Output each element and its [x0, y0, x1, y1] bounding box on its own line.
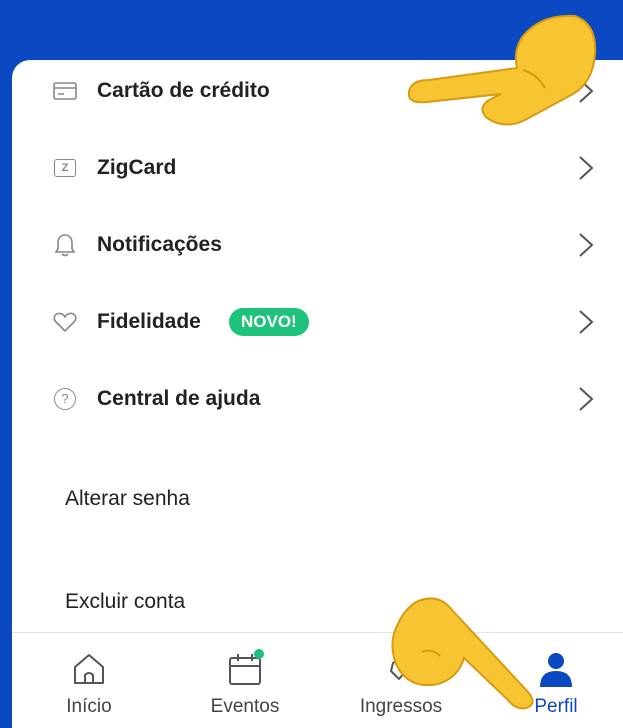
tab-home[interactable]: Início: [29, 633, 149, 728]
menu-item-label: Fidelidade: [97, 309, 201, 333]
menu-item-loyalty[interactable]: Fidelidade NOVO!: [12, 283, 623, 360]
credit-card-icon: [52, 78, 78, 104]
menu-item-label: ZigCard: [97, 155, 177, 179]
home-icon: [74, 654, 104, 684]
calendar-icon: [229, 649, 264, 685]
chevron-right-icon: [579, 155, 594, 180]
menu-item-zigcard[interactable]: Z ZigCard: [12, 129, 623, 206]
tab-label: Início: [66, 696, 112, 717]
menu-item-notifications[interactable]: Notificações: [12, 206, 623, 283]
chevron-right-icon: [579, 309, 594, 334]
tab-label: Eventos: [210, 696, 280, 717]
tab-events[interactable]: Eventos: [185, 633, 305, 728]
user-icon: [540, 653, 572, 687]
menu-item-label: Central de ajuda: [97, 386, 261, 410]
zigcard-icon: Z: [52, 155, 78, 181]
menu-item-label: Cartão de crédito: [97, 78, 270, 102]
app-screen: { "menu": { "items": [ {"label": "Cartão…: [0, 0, 623, 728]
help-icon-text: ?: [54, 387, 76, 410]
menu-item-help-center[interactable]: ? Central de ajuda: [12, 360, 623, 437]
new-badge: NOVO!: [229, 307, 309, 336]
zigcard-icon-text: Z: [54, 158, 76, 177]
pointing-hand-emoji: [407, 14, 597, 126]
help-icon: ?: [52, 386, 78, 412]
chevron-right-icon: [579, 386, 594, 411]
delete-account-link[interactable]: Excluir conta: [65, 590, 185, 614]
chevron-right-icon: [579, 232, 594, 257]
heart-icon: [52, 309, 78, 335]
bell-icon: [52, 232, 78, 258]
pointing-hand-emoji: [391, 597, 534, 710]
change-password-link[interactable]: Alterar senha: [65, 487, 190, 511]
menu-item-label: Notificações: [97, 232, 222, 256]
